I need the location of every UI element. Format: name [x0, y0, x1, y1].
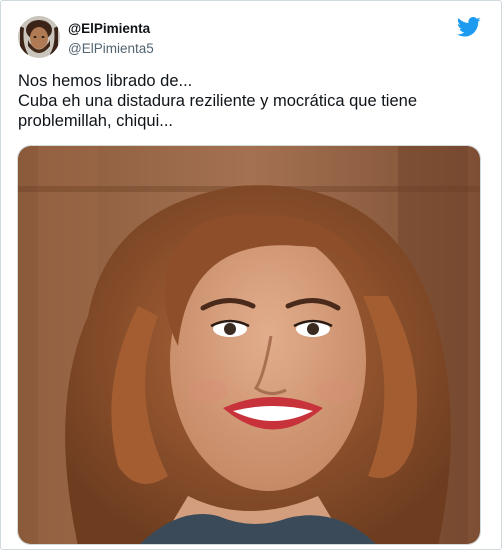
tweet-text: Nos hemos librado de... Cuba eh una dist… [18, 71, 490, 131]
tweet-text-line: Nos hemos librado de... [18, 72, 193, 90]
tweet-photo[interactable] [17, 145, 481, 545]
tweet-card[interactable]: @ElPimienta @ElPimienta5 Nos hemos libra… [0, 0, 502, 550]
tweet-text-line: problemillah, chiqui... [18, 112, 173, 130]
tweet-text-line: Cuba eh una distadura reziliente y mocrá… [18, 92, 417, 110]
author-handle[interactable]: @ElPimienta5 [68, 41, 154, 56]
bearded-man-avatar-icon [18, 16, 60, 58]
author-avatar[interactable] [18, 16, 60, 58]
author-display-name[interactable]: @ElPimienta [68, 21, 150, 36]
smiling-woman-portrait-image [18, 146, 480, 544]
twitter-bird-icon[interactable] [457, 17, 481, 37]
